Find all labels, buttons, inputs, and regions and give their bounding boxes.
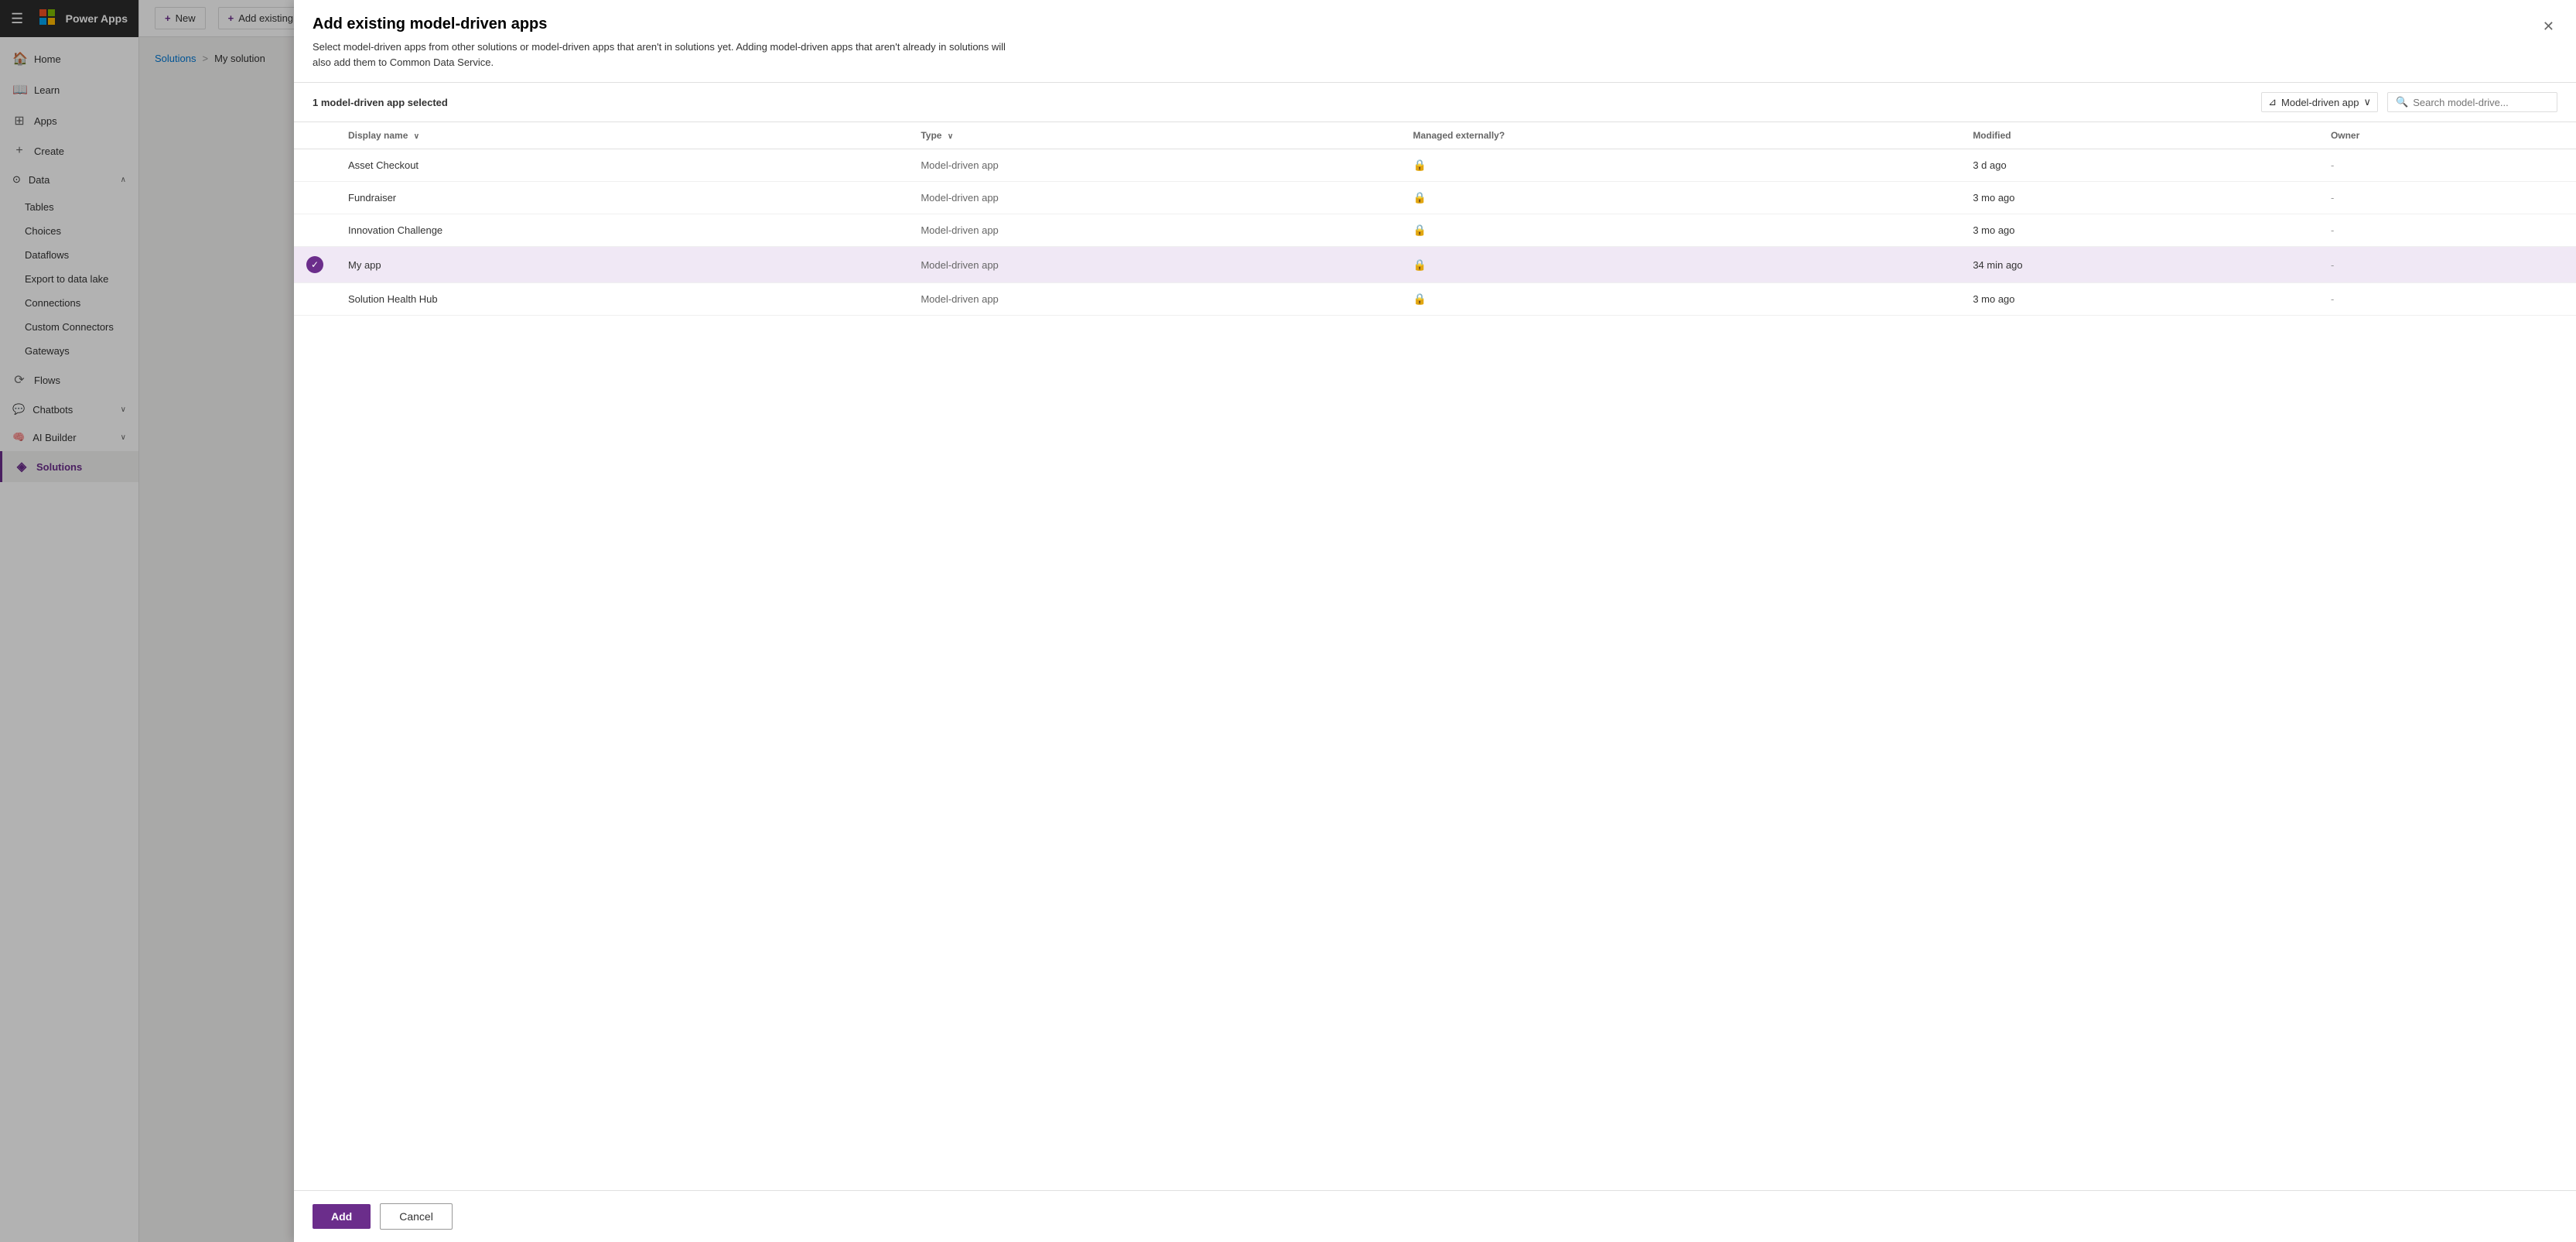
row-managed: 🔒 bbox=[1400, 182, 1960, 214]
lock-icon: 🔒 bbox=[1413, 191, 1426, 204]
filter-label: Model-driven app bbox=[2281, 97, 2359, 108]
row-display-name: My app bbox=[336, 247, 908, 283]
apps-table: Display name ∨ Type ∨ Managed externally… bbox=[294, 122, 2576, 316]
search-input[interactable] bbox=[2413, 97, 2549, 108]
row-type: Model-driven app bbox=[908, 247, 1400, 283]
row-modified: 3 mo ago bbox=[1960, 214, 2318, 247]
table-body: Asset CheckoutModel-driven app🔒3 d ago-F… bbox=[294, 149, 2576, 316]
lock-icon: 🔒 bbox=[1413, 159, 1426, 171]
type-sort-icon: ∨ bbox=[948, 132, 953, 141]
row-owner: - bbox=[2318, 283, 2576, 316]
row-owner: - bbox=[2318, 182, 2576, 214]
filter-chevron-icon: ∨ bbox=[2363, 96, 2371, 108]
filter-icon: ⊿ bbox=[2268, 96, 2277, 108]
row-type: Model-driven app bbox=[908, 182, 1400, 214]
cancel-button[interactable]: Cancel bbox=[380, 1203, 453, 1230]
row-type: Model-driven app bbox=[908, 214, 1400, 247]
col-display-name-header[interactable]: Display name ∨ bbox=[336, 122, 908, 149]
dialog-close-button[interactable]: ✕ bbox=[2540, 15, 2557, 38]
table-header: Display name ∨ Type ∨ Managed externally… bbox=[294, 122, 2576, 149]
row-modified: 34 min ago bbox=[1960, 247, 2318, 283]
table-row[interactable]: FundraiserModel-driven app 🔒 3 mo ago- bbox=[294, 182, 2576, 214]
selected-check-icon: ✓ bbox=[306, 256, 323, 273]
toolbar-right: ⊿ Model-driven app ∨ 🔍 bbox=[2261, 92, 2557, 112]
dialog-toolbar: 1 model-driven app selected ⊿ Model-driv… bbox=[294, 83, 2576, 122]
dialog-title: Add existing model-driven apps bbox=[313, 15, 1009, 33]
col-modified-header: Modified bbox=[1960, 122, 2318, 149]
lock-icon: 🔒 bbox=[1413, 224, 1426, 236]
row-type: Model-driven app bbox=[908, 149, 1400, 182]
selected-count-label: 1 model-driven app selected bbox=[313, 97, 448, 108]
col-type-header[interactable]: Type ∨ bbox=[908, 122, 1400, 149]
filter-button[interactable]: ⊿ Model-driven app ∨ bbox=[2261, 92, 2378, 112]
row-display-name: Solution Health Hub bbox=[336, 283, 908, 316]
search-box: 🔍 bbox=[2387, 92, 2557, 112]
row-check-cell bbox=[294, 149, 336, 182]
row-managed: 🔒 bbox=[1400, 247, 1960, 283]
row-owner: - bbox=[2318, 214, 2576, 247]
row-display-name: Innovation Challenge bbox=[336, 214, 908, 247]
row-modified: 3 mo ago bbox=[1960, 182, 2318, 214]
row-check-cell bbox=[294, 182, 336, 214]
col-owner-header: Owner bbox=[2318, 122, 2576, 149]
lock-icon: 🔒 bbox=[1413, 258, 1426, 271]
row-modified: 3 mo ago bbox=[1960, 283, 2318, 316]
row-managed: 🔒 bbox=[1400, 149, 1960, 182]
table-row[interactable]: ✓ My appModel-driven app 🔒 34 min ago- bbox=[294, 247, 2576, 283]
dialog-header-content: Add existing model-driven apps Select mo… bbox=[313, 15, 1009, 70]
dialog-subtitle: Select model-driven apps from other solu… bbox=[313, 39, 1009, 70]
row-check-cell: ✓ bbox=[294, 247, 336, 283]
row-owner: - bbox=[2318, 149, 2576, 182]
lock-icon: 🔒 bbox=[1413, 293, 1426, 305]
dialog-body: 1 model-driven app selected ⊿ Model-driv… bbox=[294, 83, 2576, 1190]
table-row[interactable]: Innovation ChallengeModel-driven app 🔒 3 m… bbox=[294, 214, 2576, 247]
row-type: Model-driven app bbox=[908, 283, 1400, 316]
row-owner: - bbox=[2318, 247, 2576, 283]
col-managed-header: Managed externally? bbox=[1400, 122, 1960, 149]
table-row[interactable]: Asset CheckoutModel-driven app 🔒 3 d ago- bbox=[294, 149, 2576, 182]
row-check-cell bbox=[294, 283, 336, 316]
sort-icon: ∨ bbox=[414, 132, 419, 141]
row-modified: 3 d ago bbox=[1960, 149, 2318, 182]
row-display-name: Asset Checkout bbox=[336, 149, 908, 182]
row-managed: 🔒 bbox=[1400, 214, 1960, 247]
dialog-header: Add existing model-driven apps Select mo… bbox=[294, 0, 2576, 83]
dialog-panel: Add existing model-driven apps Select mo… bbox=[294, 0, 2576, 1242]
row-check-cell bbox=[294, 214, 336, 247]
dialog-footer: Add Cancel bbox=[294, 1190, 2576, 1242]
apps-table-container: Display name ∨ Type ∨ Managed externally… bbox=[294, 122, 2576, 1190]
search-icon: 🔍 bbox=[2396, 96, 2408, 108]
add-button[interactable]: Add bbox=[313, 1204, 371, 1229]
row-display-name: Fundraiser bbox=[336, 182, 908, 214]
table-row[interactable]: Solution Health HubModel-driven app 🔒 3 mo… bbox=[294, 283, 2576, 316]
col-check bbox=[294, 122, 336, 149]
row-managed: 🔒 bbox=[1400, 283, 1960, 316]
